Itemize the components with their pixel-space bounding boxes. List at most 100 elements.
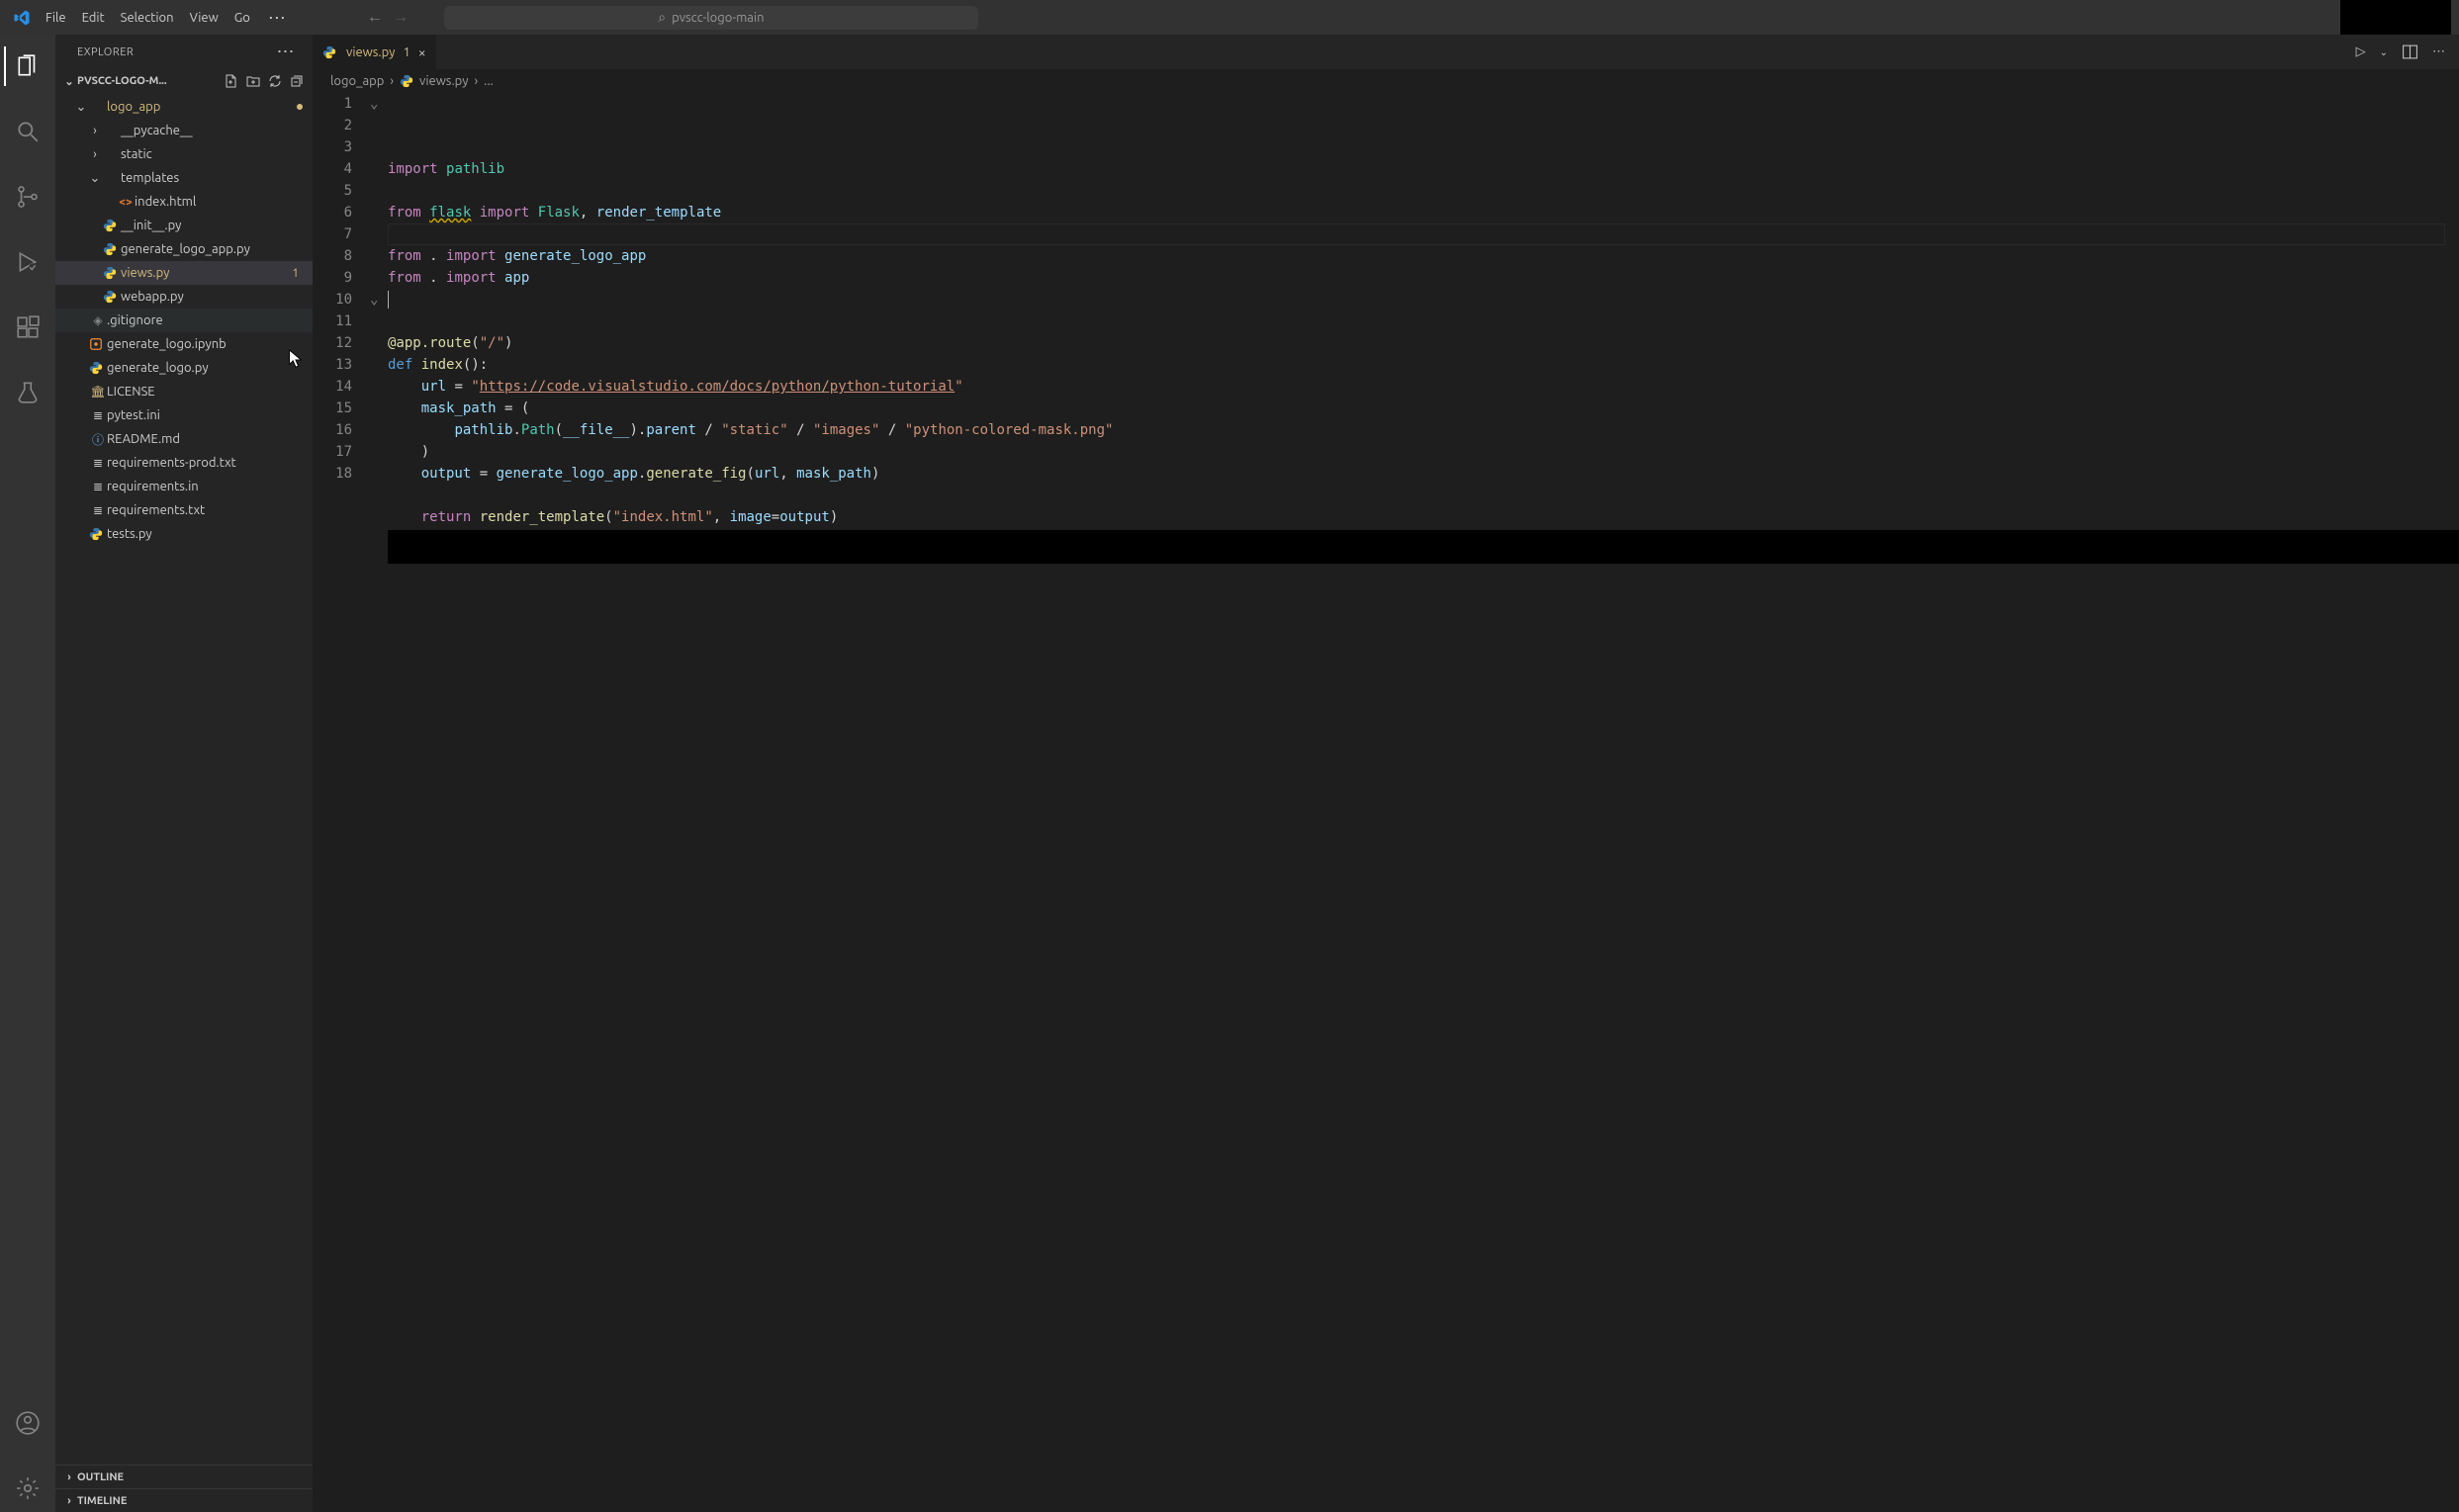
code-line[interactable] (388, 180, 2459, 202)
code-line[interactable]: from . import generate_logo_app (388, 245, 2459, 267)
tree-file-requirements-prod-txt[interactable]: ≣requirements-prod.txt (55, 451, 313, 475)
code-line[interactable]: pathlib.Path(__file__).parent / "static"… (388, 419, 2459, 441)
activity-extensions-icon[interactable] (4, 304, 51, 351)
activity-settings-icon[interactable] (4, 1465, 51, 1512)
collapse-all-icon[interactable] (289, 73, 305, 89)
tree-file-pytest-ini[interactable]: ≣pytest.ini (55, 403, 313, 427)
tree-root-header[interactable]: ⌄ PVSCC-LOGO-M... (55, 69, 313, 93)
code-line[interactable]: @app.route("/") (388, 332, 2459, 354)
tree-folder-logo-app[interactable]: ⌄logo_app (55, 95, 313, 119)
chevron-down-icon[interactable]: ⌄ (87, 171, 103, 186)
refresh-icon[interactable] (267, 73, 283, 89)
breadcrumb[interactable]: logo_app›views.py›... (313, 69, 2459, 93)
nav-forward-icon[interactable]: → (393, 8, 409, 27)
tree-file-generate-logo-app-py[interactable]: generate_logo_app.py (55, 237, 313, 261)
sidebar-section-outline[interactable]: ›OUTLINE (55, 1465, 313, 1488)
tree-file-generate-logo-ipynb[interactable]: generate_logo.ipynb (55, 332, 313, 356)
notebook-file-icon (89, 337, 107, 351)
run-dropdown-icon[interactable]: ⌄ (2380, 46, 2388, 58)
activity-accounts-icon[interactable] (4, 1399, 51, 1447)
tree-item-label: __pycache__ (121, 124, 303, 137)
activity-search-icon[interactable] (4, 108, 51, 155)
license-file-icon: 🏛︎ (89, 385, 107, 399)
code-line[interactable]: from flask import Flask, render_template (388, 202, 2459, 223)
breadcrumb-segment[interactable]: views.py (419, 74, 468, 88)
activity-scm-icon[interactable] (4, 173, 51, 221)
code-line[interactable] (388, 289, 2459, 311)
activity-run-icon[interactable] (4, 238, 51, 286)
tree-file--gitignore[interactable]: ◈.gitignore (55, 309, 313, 332)
tree-item-label: pytest.ini (107, 408, 303, 422)
tree-file-readme-md[interactable]: ⓘREADME.md (55, 427, 313, 451)
breadcrumb-segment[interactable]: ... (484, 74, 494, 88)
tree-file-webapp-py[interactable]: webapp.py (55, 285, 313, 309)
sidebar-section-label: TIMELINE (77, 1495, 127, 1507)
new-file-icon[interactable] (224, 73, 239, 89)
line-number: 9 (313, 267, 356, 289)
code-line[interactable] (388, 223, 2459, 245)
code-line[interactable]: ) (388, 441, 2459, 463)
activity-testing-icon[interactable] (4, 369, 51, 416)
split-editor-icon[interactable] (2402, 44, 2418, 60)
menu-overflow-icon[interactable]: ⋯ (260, 14, 294, 22)
code-area[interactable]: import pathlib from flask import Flask, r… (388, 93, 2459, 1512)
code-line[interactable]: from . import app (388, 267, 2459, 289)
tree-file-license[interactable]: 🏛︎LICENSE (55, 380, 313, 403)
code-line[interactable]: url = "https://code.visualstudio.com/doc… (388, 376, 2459, 398)
tree-file-requirements-in[interactable]: ≣requirements.in (55, 475, 313, 498)
tree-folder-templates[interactable]: ⌄templates (55, 166, 313, 190)
line-number: 14 (313, 376, 356, 398)
code-line[interactable]: output = generate_logo_app.generate_fig(… (388, 463, 2459, 485)
code-line[interactable]: mask_path = ( (388, 398, 2459, 419)
modified-dot-icon (297, 104, 303, 110)
line-number: 4 (313, 158, 356, 180)
fold-spacer (370, 158, 388, 180)
sidebar-section-timeline[interactable]: ›TIMELINE (55, 1488, 313, 1512)
fold-chevron-icon[interactable]: ⌄ (370, 93, 388, 115)
code-line[interactable] (388, 311, 2459, 332)
tree-file--init-py[interactable]: __init__.py (55, 214, 313, 237)
activity-explorer-icon[interactable] (4, 43, 51, 90)
tree-file-views-py[interactable]: views.py1 (55, 261, 313, 285)
chevron-down-icon[interactable]: ⌄ (73, 100, 89, 115)
code-line[interactable]: def index(): (388, 354, 2459, 376)
tree-file-requirements-txt[interactable]: ≣requirements.txt (55, 498, 313, 522)
info-file-icon: ⓘ (89, 431, 107, 448)
tree-item-label: README.md (107, 432, 303, 446)
sidebar-more-icon[interactable]: ⋯ (277, 42, 296, 62)
chevron-right-icon[interactable]: › (87, 147, 103, 161)
tree-file-index-html[interactable]: <>index.html (55, 190, 313, 214)
fold-spacer (370, 202, 388, 223)
fold-spacer (370, 332, 388, 354)
menu-item-go[interactable]: Go (227, 7, 258, 29)
python-file-icon (103, 266, 121, 280)
tree-folder--pycache-[interactable]: › __pycache__ (55, 119, 313, 142)
code-line[interactable] (388, 485, 2459, 506)
code-line[interactable]: import pathlib (388, 158, 2459, 180)
fold-chevron-icon[interactable]: ⌄ (370, 289, 388, 311)
command-center[interactable]: ⌕ pvscc-logo-main (444, 6, 978, 30)
editor-tab-views-py[interactable]: views.py1× (313, 35, 437, 69)
editor-more-icon[interactable]: ⋯ (2432, 44, 2445, 59)
tree-item-label: index.html (135, 195, 303, 209)
menu-item-view[interactable]: View (182, 7, 227, 29)
menu-item-selection[interactable]: Selection (113, 7, 182, 29)
tree-folder-static[interactable]: ›static (55, 142, 313, 166)
tab-close-icon[interactable]: × (418, 44, 426, 60)
lines-file-icon: ≣ (89, 480, 107, 493)
tree-file-generate-logo-py[interactable]: generate_logo.py (55, 356, 313, 380)
run-icon[interactable]: ▷ (2356, 44, 2366, 59)
menu-item-edit[interactable]: Edit (74, 7, 113, 29)
html-file-icon: <> (117, 196, 135, 209)
nav-back-icon[interactable]: ← (367, 8, 383, 27)
tree-file-tests-py[interactable]: tests.py (55, 522, 313, 546)
editor[interactable]: 123456789101112131415161718 ⌄⌄ import pa… (313, 93, 2459, 1512)
tab-filename: views.py (346, 45, 395, 59)
code-line[interactable]: return render_template("index.html", ima… (388, 506, 2459, 528)
chevron-right-icon[interactable]: › (87, 124, 103, 137)
sidebar-section-label: OUTLINE (77, 1471, 124, 1483)
new-folder-icon[interactable] (245, 73, 261, 89)
menu-item-file[interactable]: File (38, 7, 74, 29)
python-file-icon (103, 290, 121, 304)
breadcrumb-segment[interactable]: logo_app (330, 74, 384, 88)
